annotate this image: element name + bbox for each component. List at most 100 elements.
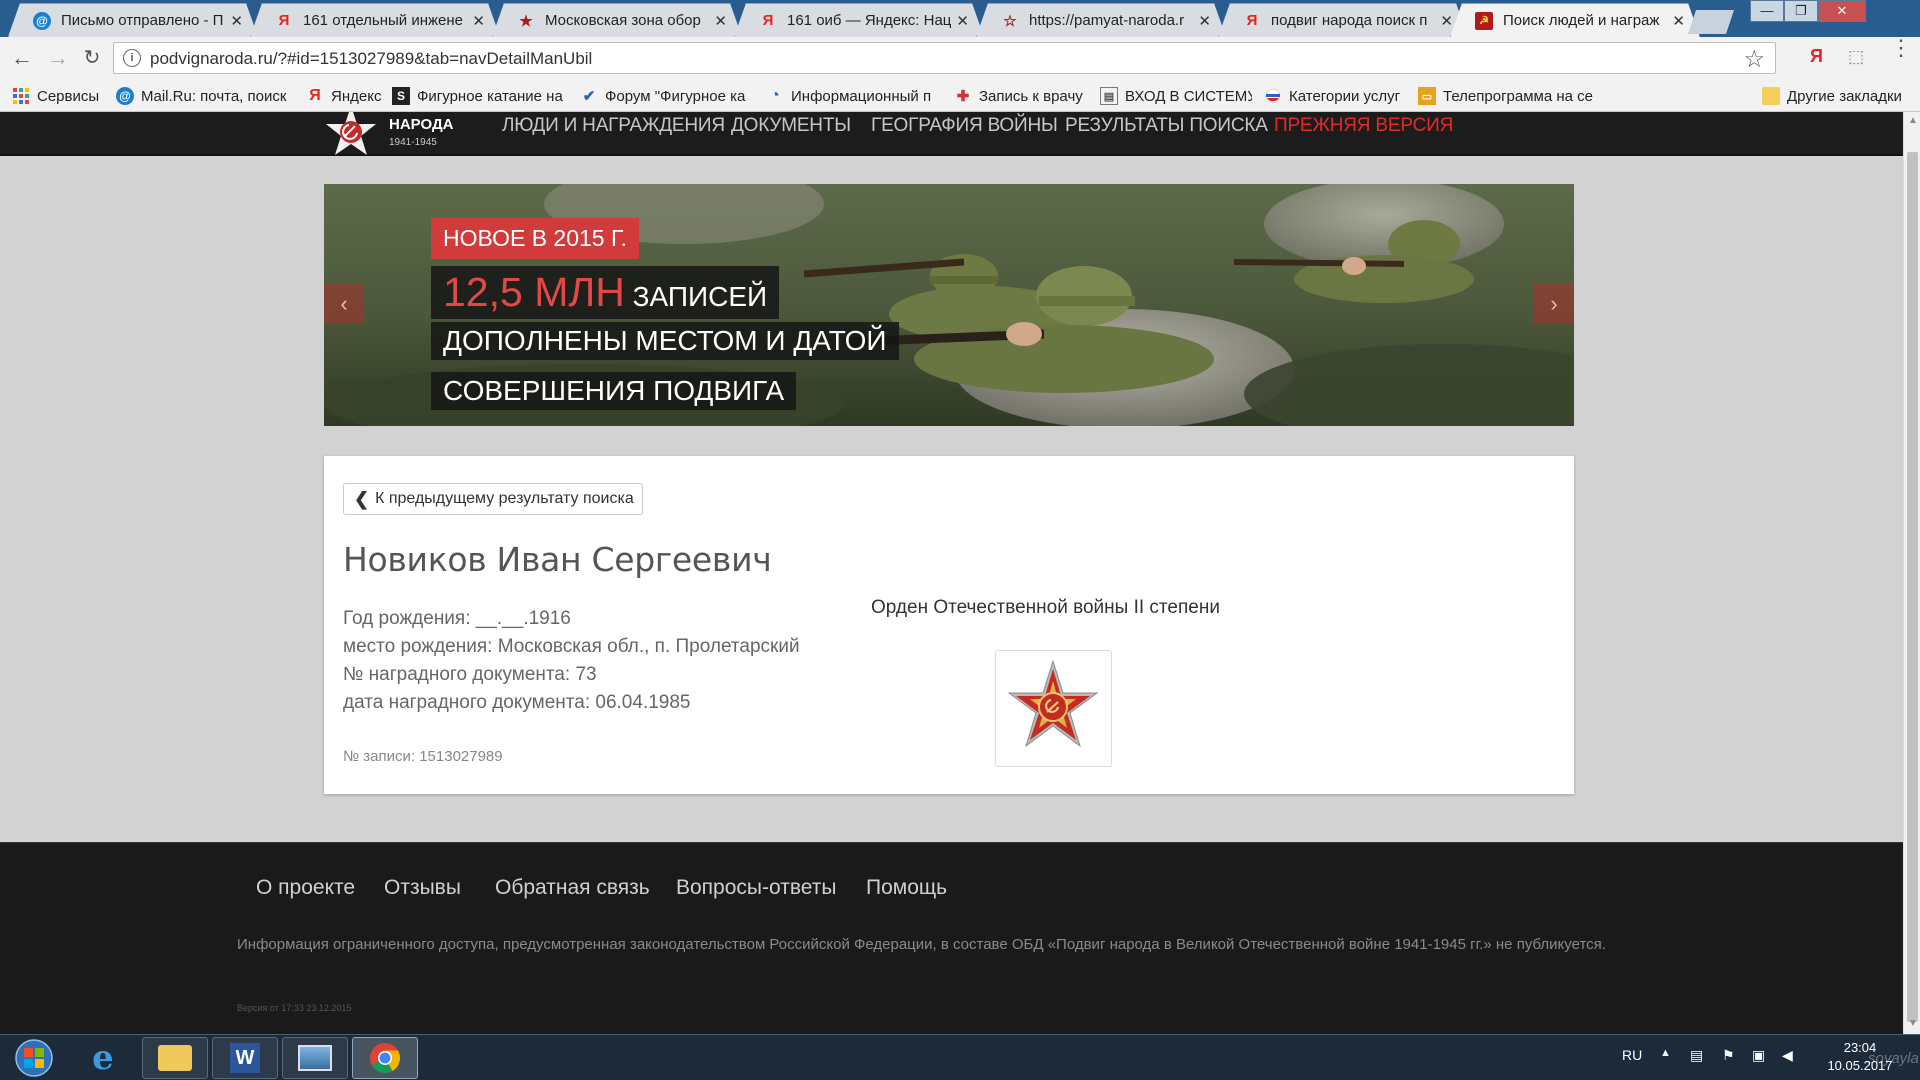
chrome-icon — [370, 1043, 401, 1074]
footer-version: Версия от 17:33 23.12.2015 — [237, 1003, 352, 1013]
russia-flag-icon — [1264, 87, 1282, 105]
podvig-icon: ☭ — [1475, 12, 1493, 30]
image-viewer-icon — [298, 1045, 332, 1071]
banner-next-arrow-icon[interactable]: › — [1534, 284, 1574, 324]
windows-start-icon[interactable] — [10, 1038, 58, 1078]
bookmark-star-icon[interactable]: ☆ — [1743, 45, 1765, 74]
taskbar-explorer[interactable] — [142, 1037, 208, 1079]
extension-icon[interactable]: ⬚ — [1848, 47, 1864, 67]
scroll-down-icon[interactable]: ▼ — [1908, 1018, 1918, 1029]
bookmark-label: Яндекс — [331, 87, 382, 105]
browser-tab-1[interactable]: @ Письмо отправлено - П ✕ — [8, 3, 258, 37]
nav-documents[interactable]: ДОКУМЕНТЫ — [731, 115, 851, 137]
info-icon[interactable]: i — [123, 49, 141, 67]
nav-old-version[interactable]: ПРЕЖНЯЯ ВЕРСИЯ — [1274, 115, 1453, 137]
footer-link-feedback[interactable]: Обратная связь — [495, 876, 650, 900]
footer-link-about[interactable]: О проекте — [256, 876, 355, 900]
minimize-button[interactable]: — — [1750, 0, 1784, 22]
bookmark-figure-skating[interactable]: S Фигурное катание на — [392, 85, 564, 107]
internet-explorer-icon: e — [92, 1038, 114, 1078]
footer-link-help[interactable]: Помощь — [866, 876, 947, 900]
tray-expand-icon[interactable]: ▲ — [1660, 1047, 1671, 1059]
bookmark-label: Информационный п — [791, 87, 932, 105]
close-icon[interactable]: ✕ — [956, 12, 969, 30]
tab-title: Письмо отправлено - П — [61, 12, 224, 29]
browser-tab-5[interactable]: ☆ https://pamyat-naroda.r ✕ — [976, 3, 1226, 37]
address-bar[interactable]: i podvignaroda.ru/?#id=1513027989&tab=na… — [113, 42, 1776, 74]
taskbar-ie[interactable]: e — [70, 1037, 136, 1079]
close-icon[interactable]: ✕ — [714, 12, 727, 30]
banner-line-1-text: ЗАПИСЕЙ — [624, 281, 768, 312]
word-icon: W — [230, 1043, 260, 1073]
bookmark-other[interactable]: Другие закладки — [1762, 85, 1912, 107]
figure-skating-icon: S — [392, 87, 410, 105]
browser-tab-4[interactable]: Я 161 оиб — Яндекс: Нац ✕ — [734, 3, 984, 37]
bookmark-forum[interactable]: ✔ Форум "Фигурное ка — [580, 85, 750, 107]
bookmark-mail[interactable]: @ Mail.Ru: почта, поиск — [116, 85, 290, 107]
scrollbar-thumb[interactable] — [1907, 152, 1918, 1022]
nav-search-results[interactable]: РЕЗУЛЬТАТЫ ПОИСКА — [1065, 115, 1268, 137]
bookmark-label: Форум "Фигурное ка — [605, 87, 746, 105]
star-icon: ★ — [519, 12, 533, 30]
menu-icon[interactable]: ⋮ — [1890, 37, 1912, 59]
action-center-flag-icon[interactable]: ⚑ — [1722, 1047, 1735, 1064]
yandex-extension-icon[interactable]: Я — [1810, 46, 1823, 67]
folder-icon — [1762, 87, 1780, 105]
language-indicator[interactable]: RU — [1622, 1047, 1642, 1063]
bookmark-tv[interactable]: ▭ Телепрограмма на се — [1418, 85, 1594, 107]
forward-arrow-icon[interactable]: → — [44, 45, 72, 71]
birth-year: Год рождения: __.__.1916 — [343, 608, 571, 629]
back-to-results-button[interactable]: ❮ К предыдущему результату поиска — [343, 483, 643, 515]
maximize-button[interactable]: ❐ — [1784, 0, 1818, 22]
award-doc-date: дата наградного документа: 06.04.1985 — [343, 692, 691, 713]
nav-people-awards[interactable]: ЛЮДИ И НАГРАЖДЕНИЯ — [502, 115, 725, 137]
bookmark-services[interactable]: Сервисы — [12, 85, 102, 107]
footer-link-faq[interactable]: Вопросы-ответы — [676, 876, 836, 900]
bookmark-categories[interactable]: Категории услуг — [1264, 85, 1416, 107]
back-arrow-icon[interactable]: ← — [8, 45, 36, 71]
new-tab-button[interactable] — [1688, 10, 1734, 34]
close-icon[interactable]: ✕ — [472, 12, 485, 30]
promo-banner[interactable]: НОВОЕ В 2015 Г. 12,5 МЛН ЗАПИСЕЙ ДОПОЛНЕ… — [324, 184, 1574, 426]
close-icon[interactable]: ✕ — [230, 12, 243, 30]
site-logo-text[interactable]: НАРОДА 1941-1945 — [389, 116, 453, 152]
network-icon[interactable]: ▤ — [1690, 1047, 1703, 1064]
chevron-left-icon: ❮ — [354, 488, 370, 509]
banner-prev-arrow-icon[interactable]: ‹ — [324, 284, 364, 324]
close-icon[interactable]: ✕ — [1672, 12, 1685, 30]
bookmark-login[interactable]: ▤ ВХОД В СИСТЕМУ — [1100, 85, 1252, 107]
taskbar-word[interactable]: W — [212, 1037, 278, 1079]
browser-tab-3[interactable]: ★ Московская зона обор ✕ — [492, 3, 742, 37]
volume-icon[interactable]: ◀ — [1782, 1047, 1793, 1064]
taskbar-image-viewer[interactable] — [282, 1037, 348, 1079]
scroll-up-icon[interactable]: ▲ — [1908, 115, 1918, 126]
bookmark-doctor[interactable]: ✚ Запись к врачу — [954, 85, 1088, 107]
bookmark-yandex[interactable]: Я Яндекс — [306, 85, 386, 107]
close-icon[interactable]: ✕ — [1440, 12, 1453, 30]
browser-tab-6[interactable]: Я подвиг народа поиск п ✕ — [1218, 3, 1468, 37]
browser-toolbar: ← → ↻ i podvignaroda.ru/?#id=1513027989&… — [0, 37, 1920, 79]
reload-icon[interactable]: ↻ — [78, 45, 106, 71]
power-icon[interactable]: ▣ — [1752, 1047, 1765, 1064]
banner-badge: НОВОЕ В 2015 Г. — [431, 218, 640, 259]
nav-war-geography[interactable]: ГЕОГРАФИЯ ВОЙНЫ — [871, 115, 1058, 137]
page-scrollbar[interactable]: ▲ ▼ — [1903, 112, 1920, 1034]
site-logo-star-icon[interactable] — [323, 112, 379, 160]
award-image[interactable] — [995, 650, 1112, 767]
browser-tab-active[interactable]: ☭ Поиск людей и награж ✕ — [1450, 3, 1700, 37]
banner-big-number: 12,5 МЛН — [443, 269, 625, 315]
url-text[interactable]: podvignaroda.ru/?#id=1513027989&tab=navD… — [150, 49, 592, 69]
taskbar-chrome[interactable] — [352, 1037, 418, 1079]
window-close-button[interactable]: ✕ — [1818, 0, 1866, 22]
banner-line-2: ДОПОЛНЕНЫ МЕСТОМ И ДАТОЙ — [431, 322, 899, 360]
yandex-icon: Я — [278, 12, 290, 29]
close-icon[interactable]: ✕ — [1198, 12, 1211, 30]
bookmark-label: Другие закладки — [1787, 87, 1902, 105]
browser-tab-2[interactable]: Я 161 отдельный инжене ✕ — [250, 3, 500, 37]
bookmark-info-portal[interactable]: ◔ Информационный п — [766, 85, 938, 107]
bookmark-label: Запись к врачу — [979, 87, 1083, 105]
award-title[interactable]: Орден Отечественной войны II степени — [871, 597, 1220, 619]
footer-link-reviews[interactable]: Отзывы — [384, 876, 461, 900]
footer-disclaimer: Информация ограниченного доступа, предус… — [237, 936, 1606, 953]
windows-taskbar: e W RU ▲ ▤ ⚑ ▣ ◀ 23:04 10.05.2017 — [0, 1034, 1920, 1080]
